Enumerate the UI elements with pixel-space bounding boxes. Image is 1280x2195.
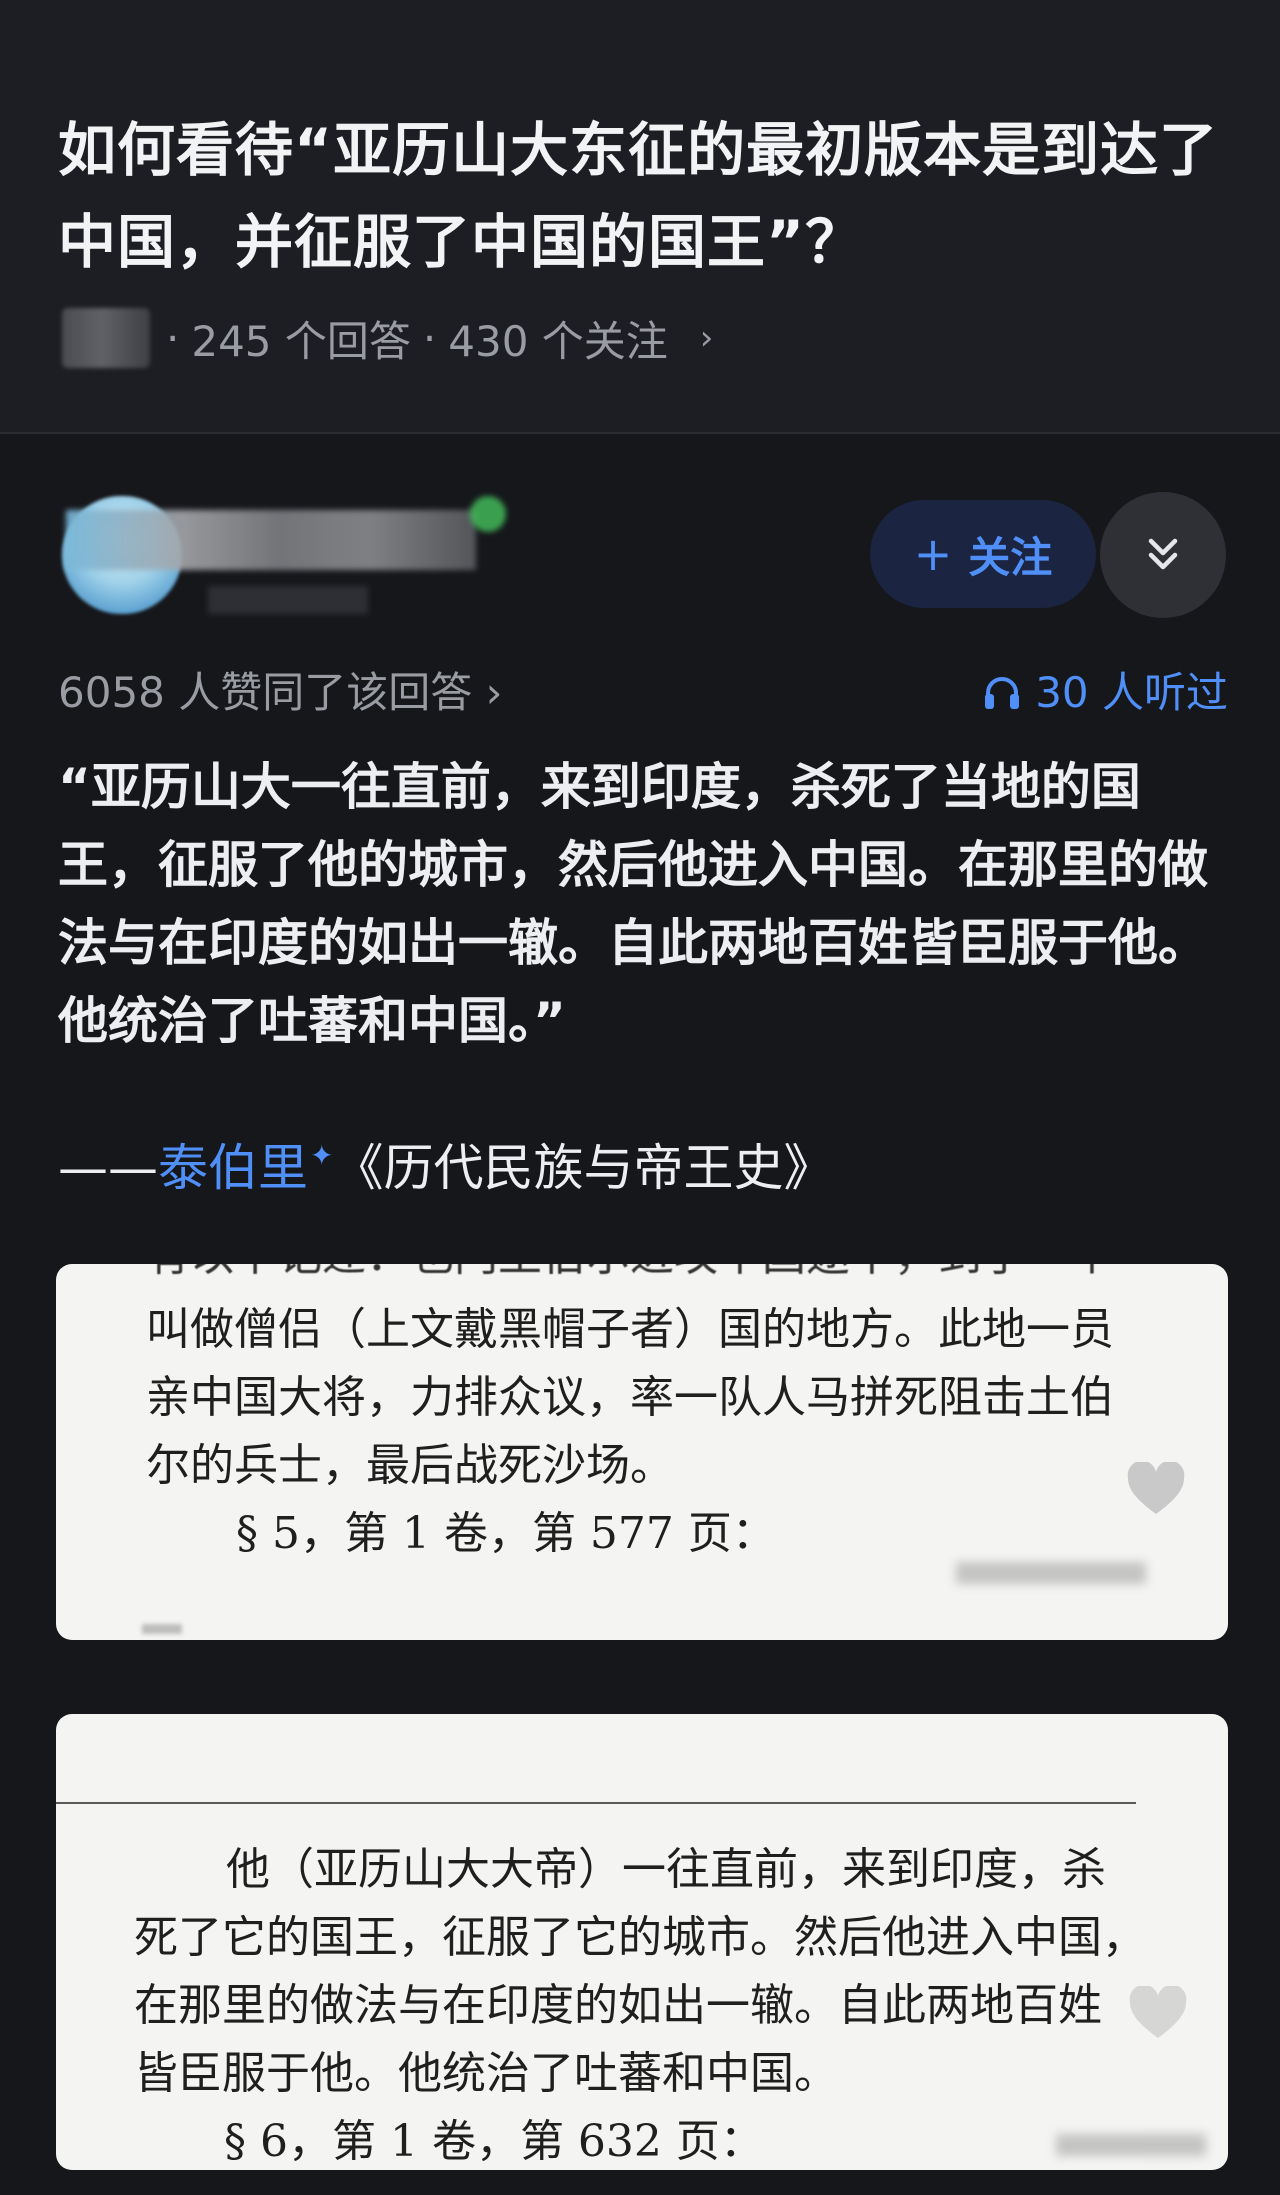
question-meta[interactable]: · 245 个回答 · 430 个关注 ›: [62, 308, 713, 368]
scan-reference: § 6，第 1 卷，第 632 页：: [224, 2116, 764, 2167]
scan-text-line: 死了它的国王，征服了它的城市。然后他进入中国，: [134, 1912, 1146, 1963]
author-badge-icon: [470, 496, 506, 532]
book-scan-image[interactable]: 他（亚历山大大帝）一往直前，来到印度，杀 死了它的国王，征服了它的城市。然后他进…: [56, 1714, 1228, 2170]
watermark-blurred: [956, 1562, 1146, 1584]
heart-icon[interactable]: [1128, 1986, 1188, 2042]
follower-count: 430 个关注: [448, 316, 668, 366]
scan-cut-line: 有以下记述：也门王伯尔进攻中国途中，到了一个: [146, 1264, 1114, 1286]
scan-divider-rule: [56, 1802, 1136, 1804]
scan-text-line: 尔的兵士，最后战死沙场。: [146, 1440, 674, 1491]
listen-label: 30 人听过: [1035, 668, 1228, 717]
meta-separator: ·: [422, 313, 437, 363]
meta-separator: ·: [166, 313, 180, 363]
scan-text-line: 在那里的做法与在印度的如出一辙。自此两地百姓: [134, 1980, 1102, 2031]
author-row: + 关注: [58, 488, 1228, 628]
author-name-blurred[interactable]: [66, 510, 476, 570]
answer-count: 245 个回答: [191, 316, 411, 366]
headphones-icon: [985, 677, 1020, 709]
scan-text-line: 叫做僧侣（上文戴黑帽子者）国的地方。此地一员: [146, 1304, 1114, 1355]
citation-author-link[interactable]: 泰伯里: [158, 1139, 308, 1197]
scan-text-line: 亲中国大将，力排众议，率一队人马拼死阻击土伯: [146, 1372, 1114, 1423]
author-headline-blurred: [208, 586, 368, 614]
book-scan-image[interactable]: 有以下记述：也门王伯尔进攻中国途中，到了一个 叫做僧侣（上文戴黑帽子者）国的地方…: [56, 1264, 1228, 1640]
heart-icon[interactable]: [1126, 1462, 1186, 1518]
follow-label: 关注: [968, 532, 1053, 582]
watermark-blurred: [1056, 2134, 1206, 2156]
sparkle-icon: ✦: [310, 1139, 334, 1172]
topic-avatar-blurred: [62, 308, 150, 368]
answer-stats: 6058 人赞同了该回答 › 30 人听过: [58, 660, 1228, 726]
plus-icon: +: [913, 527, 953, 581]
chevron-right-icon: ›: [699, 318, 714, 358]
answer-quote: “亚历山大一往直前，来到印度，杀死了当地的国王，征服了他的城市，然后他进入中国。…: [58, 758, 1208, 1050]
listen-count[interactable]: 30 人听过: [983, 660, 1228, 726]
chevron-double-down-icon: [1148, 538, 1178, 570]
scan-artifact: [142, 1624, 182, 1634]
citation-dash: ——: [58, 1139, 158, 1197]
scan-reference: § 5，第 1 卷，第 577 页：: [236, 1508, 776, 1559]
citation-book: 《历代民族与帝王史》: [333, 1139, 834, 1197]
question-header: 如何看待“亚历山大东征的最初版本是到达了中国，并征服了中国的国王”？ · 245…: [0, 0, 1280, 434]
citation: ——泰伯里✦《历代民族与帝王史》: [58, 1120, 833, 1204]
collapse-button[interactable]: [1100, 492, 1226, 618]
upvote-count[interactable]: 6058 人赞同了该回答 ›: [58, 660, 502, 726]
follow-button[interactable]: + 关注: [870, 500, 1096, 608]
scan-text-line: 他（亚历山大大帝）一往直前，来到印度，杀: [226, 1844, 1106, 1895]
scan-text-line: 皆臣服于他。他统治了吐蕃和中国。: [134, 2048, 838, 2099]
question-title[interactable]: 如何看待“亚历山大东征的最初版本是到达了中国，并征服了中国的国王”？: [58, 104, 1228, 288]
